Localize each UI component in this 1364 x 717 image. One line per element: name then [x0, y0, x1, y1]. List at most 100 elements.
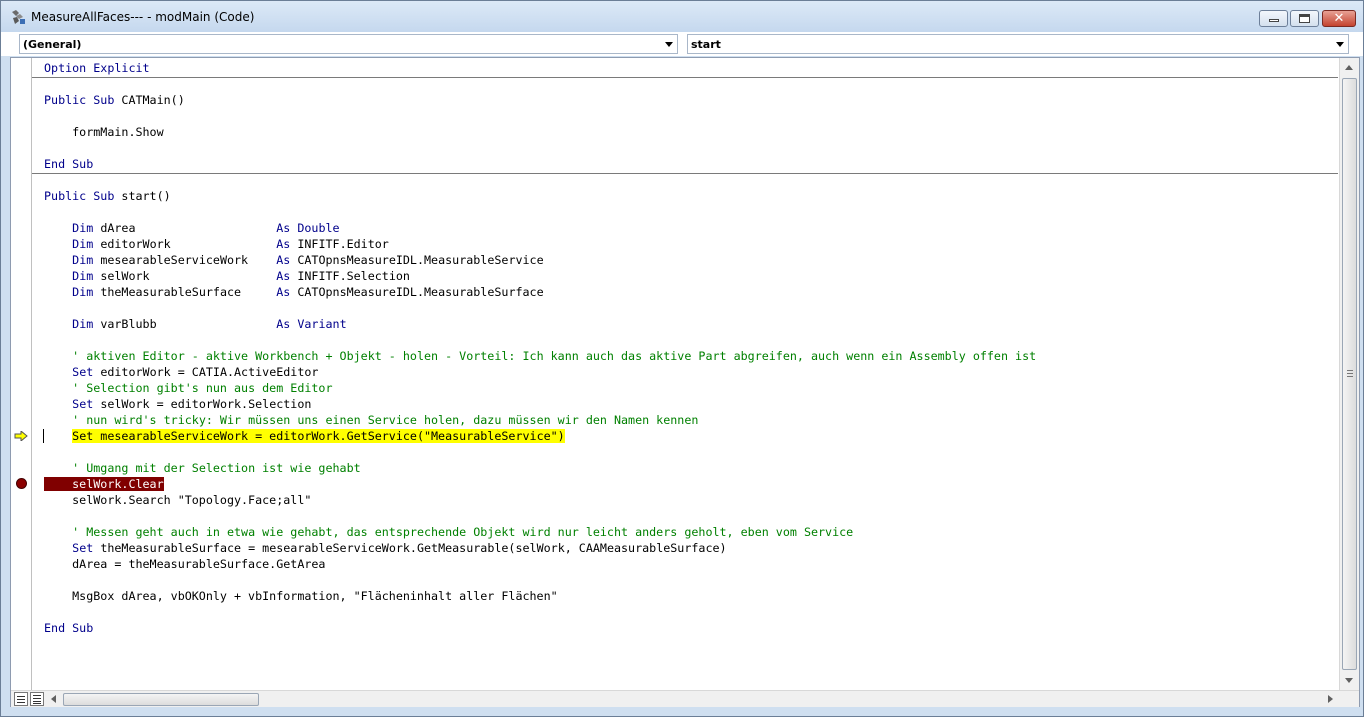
scroll-up-icon[interactable]: [1345, 65, 1353, 70]
code-line[interactable]: ' aktiven Editor - aktive Workbench + Ob…: [44, 348, 1036, 364]
code-token: theMeasurableSurface = mesearableService…: [93, 541, 727, 555]
code-token: Dim: [72, 221, 94, 235]
code-line[interactable]: formMain.Show: [44, 124, 164, 140]
maximize-icon: [1299, 14, 1310, 23]
code-token: formMain.Show: [44, 125, 164, 139]
title-bar[interactable]: MeasureAllFaces--- - modMain (Code) ✕: [1, 1, 1363, 32]
code-line[interactable]: Dim dArea As Double: [44, 220, 340, 236]
code-line[interactable]: dArea = theMeasurableSurface.GetArea: [44, 556, 325, 572]
code-line[interactable]: ' Messen geht auch in etwa wie gehabt, d…: [44, 524, 853, 540]
code-token: As: [276, 237, 291, 251]
code-editor[interactable]: Option Explicit Public Sub CATMain() form…: [10, 57, 1360, 707]
code-token: As: [276, 269, 291, 283]
code-token: End Sub: [44, 621, 94, 635]
code-line[interactable]: ' nun wird's tricky: Wir müssen uns eine…: [44, 412, 698, 428]
code-line[interactable]: MsgBox dArea, vbOKOnly + vbInformation, …: [44, 588, 558, 604]
vertical-scroll-thumb[interactable]: [1342, 78, 1357, 670]
code-line[interactable]: selWork.Clear: [44, 476, 164, 492]
code-line[interactable]: Dim editorWork As INFITF.Editor: [44, 236, 389, 252]
code-token: Set: [72, 365, 94, 379]
horizontal-scroll-thumb[interactable]: [63, 693, 259, 706]
code-token: dArea: [93, 221, 277, 235]
code-token: start(): [114, 189, 171, 203]
scroll-left-icon[interactable]: [51, 695, 56, 703]
code-token: Dim: [72, 285, 94, 299]
code-line[interactable]: Set theMeasurableSurface = mesearableSer…: [44, 540, 727, 556]
code-token: Dim: [72, 237, 94, 251]
code-line[interactable]: End Sub: [44, 620, 93, 636]
procedure-view-button[interactable]: [14, 692, 28, 706]
code-token: selWork.Clear: [44, 477, 164, 491]
full-module-view-button[interactable]: [30, 692, 44, 706]
code-token: editorWork: [93, 237, 277, 251]
code-token: As: [276, 221, 291, 235]
code-line[interactable]: Public Sub start(): [44, 188, 171, 204]
chevron-down-icon[interactable]: [665, 42, 673, 47]
code-line[interactable]: ' Selection gibt's nun aus dem Editor: [44, 380, 332, 396]
code-token: theMeasurableSurface: [93, 285, 277, 299]
code-line[interactable]: End Sub: [44, 156, 93, 172]
code-pane[interactable]: Option Explicit Public Sub CATMain() form…: [44, 60, 1334, 690]
code-token: editorWork = CATIA.ActiveEditor: [93, 365, 319, 379]
code-line[interactable]: Dim varBlubb As Variant: [44, 316, 347, 332]
maximize-button[interactable]: [1290, 10, 1319, 27]
code-line[interactable]: Dim selWork As INFITF.Selection: [44, 268, 410, 284]
code-token: As: [276, 253, 291, 267]
combo-bar: (General) start: [1, 32, 1363, 56]
object-combobox[interactable]: (General): [19, 34, 678, 54]
code-token: Dim: [72, 317, 94, 331]
code-token: Double: [297, 221, 340, 235]
code-token: Dim: [72, 269, 94, 283]
procedure-separator: [32, 173, 1338, 174]
object-combobox-value: (General): [23, 38, 82, 51]
code-token: CATMain(): [114, 93, 185, 107]
code-line[interactable]: ' Umgang mit der Selection ist wie gehab…: [44, 460, 361, 476]
scroll-right-icon[interactable]: [1328, 695, 1333, 703]
scroll-down-icon[interactable]: [1345, 678, 1353, 683]
code-line[interactable]: Set editorWork = CATIA.ActiveEditor: [44, 364, 318, 380]
code-line[interactable]: Set selWork = editorWork.Selection: [44, 396, 311, 412]
code-token: selWork.Search "Topology.Face;all": [44, 493, 312, 507]
bottom-bar: [11, 690, 1359, 707]
code-line[interactable]: selWork.Search "Topology.Face;all": [44, 492, 311, 508]
margin-indicator-bar[interactable]: [11, 58, 32, 690]
vertical-scrollbar[interactable]: [1339, 58, 1359, 690]
code-line[interactable]: Public Sub CATMain(): [44, 92, 185, 108]
code-token: ' aktiven Editor - aktive Workbench + Ob…: [72, 349, 1037, 363]
code-line[interactable]: Dim theMeasurableSurface As CATOpnsMeasu…: [44, 284, 544, 300]
code-token: varBlubb: [93, 317, 277, 331]
breakpoint-dot-icon[interactable]: [16, 478, 27, 489]
chevron-down-icon[interactable]: [1336, 42, 1344, 47]
code-line[interactable]: Option Explicit: [44, 60, 150, 76]
code-token: Set: [72, 397, 94, 411]
minimize-button[interactable]: [1259, 10, 1288, 27]
execution-pointer-arrow-icon[interactable]: [14, 431, 28, 441]
code-token: selWork: [93, 269, 277, 283]
code-token: Variant: [297, 317, 347, 331]
code-token: dArea = theMeasurableSurface.GetArea: [44, 557, 326, 571]
code-token: mesearableServiceWork: [93, 253, 277, 267]
code-token: ' Messen geht auch in etwa wie gehabt, d…: [72, 525, 854, 539]
code-token: Option Explicit: [44, 61, 150, 75]
code-token: MsgBox dArea, vbOKOnly + vbInformation, …: [44, 589, 558, 603]
procedure-separator: [32, 77, 1338, 78]
procedure-combobox-value: start: [691, 38, 721, 51]
code-token: As: [276, 317, 291, 331]
close-button[interactable]: ✕: [1322, 10, 1356, 27]
code-line[interactable]: Set mesearableServiceWork = editorWork.G…: [44, 428, 565, 444]
code-line[interactable]: Dim mesearableServiceWork As CATOpnsMeas…: [44, 252, 543, 268]
code-token: CATOpnsMeasureIDL.MeasurableSurface: [290, 285, 544, 299]
procedure-combobox[interactable]: start: [687, 34, 1349, 54]
